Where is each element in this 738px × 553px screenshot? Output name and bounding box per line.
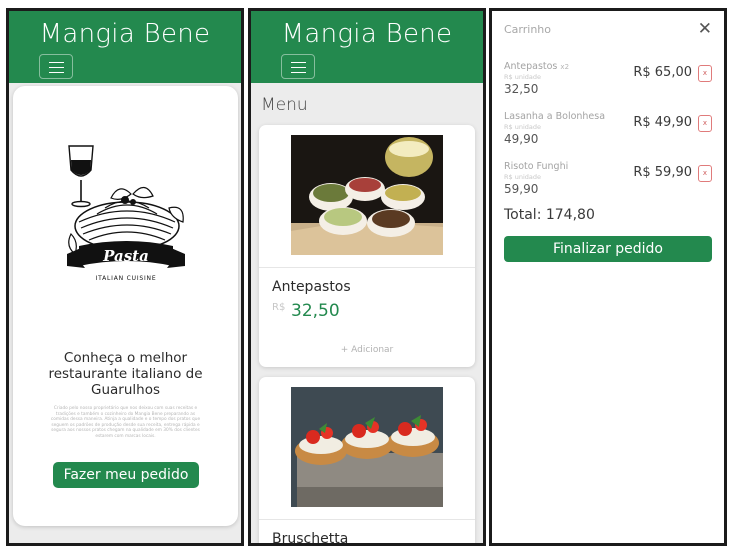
brand-title: Mangia Bene [39, 19, 211, 49]
menu-screen: Mangia Bene Menu Antepastos R$ 32,50 + A… [248, 8, 486, 546]
cart-item-total: R$ 65,00 [633, 65, 692, 80]
cart-item-total: R$ 59,90 [633, 165, 692, 180]
hamburger-line [291, 62, 306, 63]
dish-card: Antepastos R$ 32,50 + Adicionar [259, 125, 475, 367]
hero-description: Criado pelo nosso proprietário que nos d… [50, 406, 201, 439]
cart-screen: Carrinho ✕ Antepastos x2 R$ unidade 32,5… [489, 8, 727, 546]
dish-price: 32,50 [291, 301, 340, 321]
cart-item-name: Antepastos x2 [504, 61, 569, 72]
cart-item-unit-price: 49,90 [504, 132, 539, 146]
hamburger-menu-button[interactable] [39, 54, 73, 79]
cart-item-unit-price: 59,90 [504, 182, 539, 196]
hamburger-line [49, 72, 64, 73]
hamburger-menu-button[interactable] [281, 54, 315, 79]
cart-item-name: Risoto Funghi [504, 161, 569, 172]
cart-item-name: Lasanha a Bolonhesa [504, 111, 606, 122]
dish-currency: R$ [272, 302, 286, 313]
remove-item-button[interactable]: x [698, 165, 712, 182]
hero-title: Conheça o melhor restaurante italiano de… [48, 350, 203, 398]
logo-text: Pasta [102, 247, 149, 265]
cart-item-qty: x2 [560, 63, 570, 71]
hamburger-line [49, 62, 64, 63]
cart-item-unit-label: R$ unidade [504, 173, 541, 181]
logo-subtext: ITALIAN CUISINE [96, 275, 157, 282]
cart-item-unit-price: 32,50 [504, 82, 539, 96]
cart-item: Lasanha a Bolonhesa R$ unidade 49,90 R$ … [504, 111, 714, 153]
cart-item-unit-label: R$ unidade [504, 73, 541, 81]
bruschetta-photo [291, 387, 443, 507]
app-header: Mangia Bene [251, 11, 483, 83]
cart-item-label: Antepastos [504, 61, 558, 72]
cart-total: Total: 174,80 [504, 207, 595, 223]
hero-card: Pasta ITALIAN CUISINE Conheça o melhor r… [13, 86, 238, 526]
card-divider [259, 267, 475, 268]
hamburger-line [291, 67, 306, 68]
cart-item: Risoto Funghi R$ unidade 59,90 R$ 59,90 … [504, 161, 714, 203]
app-header: Mangia Bene [9, 11, 241, 83]
pasta-logo: Pasta ITALIAN CUISINE [67, 145, 185, 282]
antepastos-photo [291, 135, 443, 255]
home-screen: Mangia Bene Pasta ITALIAN CUISINE Conheç… [6, 8, 244, 546]
cart-item-unit-label: R$ unidade [504, 123, 541, 131]
hamburger-line [291, 72, 306, 73]
add-to-cart-button[interactable]: + Adicionar [259, 345, 475, 355]
hamburger-line [49, 67, 64, 68]
remove-item-button[interactable]: x [698, 65, 712, 82]
remove-item-button[interactable]: x [698, 115, 712, 132]
dish-name: Antepastos [272, 279, 351, 295]
brand-title: Mangia Bene [281, 19, 453, 49]
cart-item: Antepastos x2 R$ unidade 32,50 R$ 65,00 … [504, 61, 714, 103]
order-button[interactable]: Fazer meu pedido [53, 462, 199, 488]
dish-name: Bruschetta [272, 531, 349, 546]
dish-card: Bruschetta [259, 377, 475, 546]
card-divider [259, 519, 475, 520]
cart-title: Carrinho [504, 23, 552, 36]
cart-item-total: R$ 49,90 [633, 115, 692, 130]
checkout-button[interactable]: Finalizar pedido [504, 236, 712, 262]
close-icon[interactable]: ✕ [698, 21, 712, 38]
menu-title: Menu [261, 95, 308, 115]
